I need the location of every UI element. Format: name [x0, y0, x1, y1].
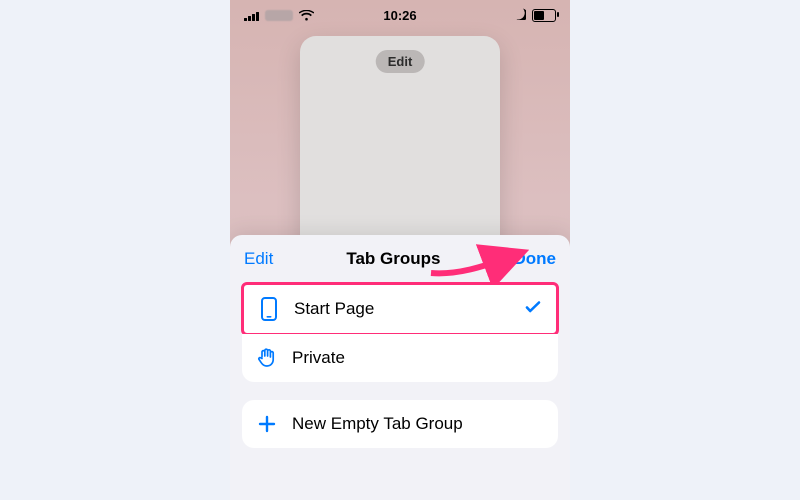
status-bar: 10:26	[230, 6, 570, 24]
tab-group-item-start-page[interactable]: Start Page	[244, 285, 556, 333]
tab-groups-sheet: Edit Tab Groups Done Start Page	[230, 235, 570, 500]
hand-icon	[256, 347, 278, 369]
page-root: 10:26 Edit Edit Tab Groups Done	[0, 0, 800, 500]
carrier-redacted	[265, 10, 293, 21]
status-left	[244, 10, 314, 21]
device-phone-icon	[258, 297, 280, 321]
tab-group-list: Private	[242, 334, 558, 382]
tab-group-item-private[interactable]: Private	[242, 334, 558, 382]
do-not-disturb-icon	[514, 8, 526, 23]
status-time: 10:26	[383, 8, 416, 23]
tab-edit-pill[interactable]: Edit	[376, 50, 425, 73]
new-tab-group-section: New Empty Tab Group	[242, 400, 558, 448]
tab-group-item-label: Private	[292, 348, 544, 368]
sheet-header: Edit Tab Groups Done	[242, 245, 558, 283]
battery-icon	[532, 9, 556, 22]
cellular-signal-icon	[244, 10, 259, 21]
phone-frame: 10:26 Edit Edit Tab Groups Done	[230, 0, 570, 500]
new-empty-tab-group-button[interactable]: New Empty Tab Group	[242, 400, 558, 448]
done-button[interactable]: Done	[514, 249, 557, 269]
tab-group-item-label: Start Page	[294, 299, 510, 319]
plus-icon	[256, 415, 278, 433]
new-tab-group-label: New Empty Tab Group	[292, 414, 544, 434]
wifi-icon	[299, 10, 314, 21]
checkmark-icon	[524, 298, 542, 321]
status-right	[514, 8, 556, 23]
sheet-title: Tab Groups	[346, 249, 440, 269]
edit-button[interactable]: Edit	[244, 249, 273, 269]
tab-group-start-page-highlight: Start Page	[241, 282, 559, 336]
